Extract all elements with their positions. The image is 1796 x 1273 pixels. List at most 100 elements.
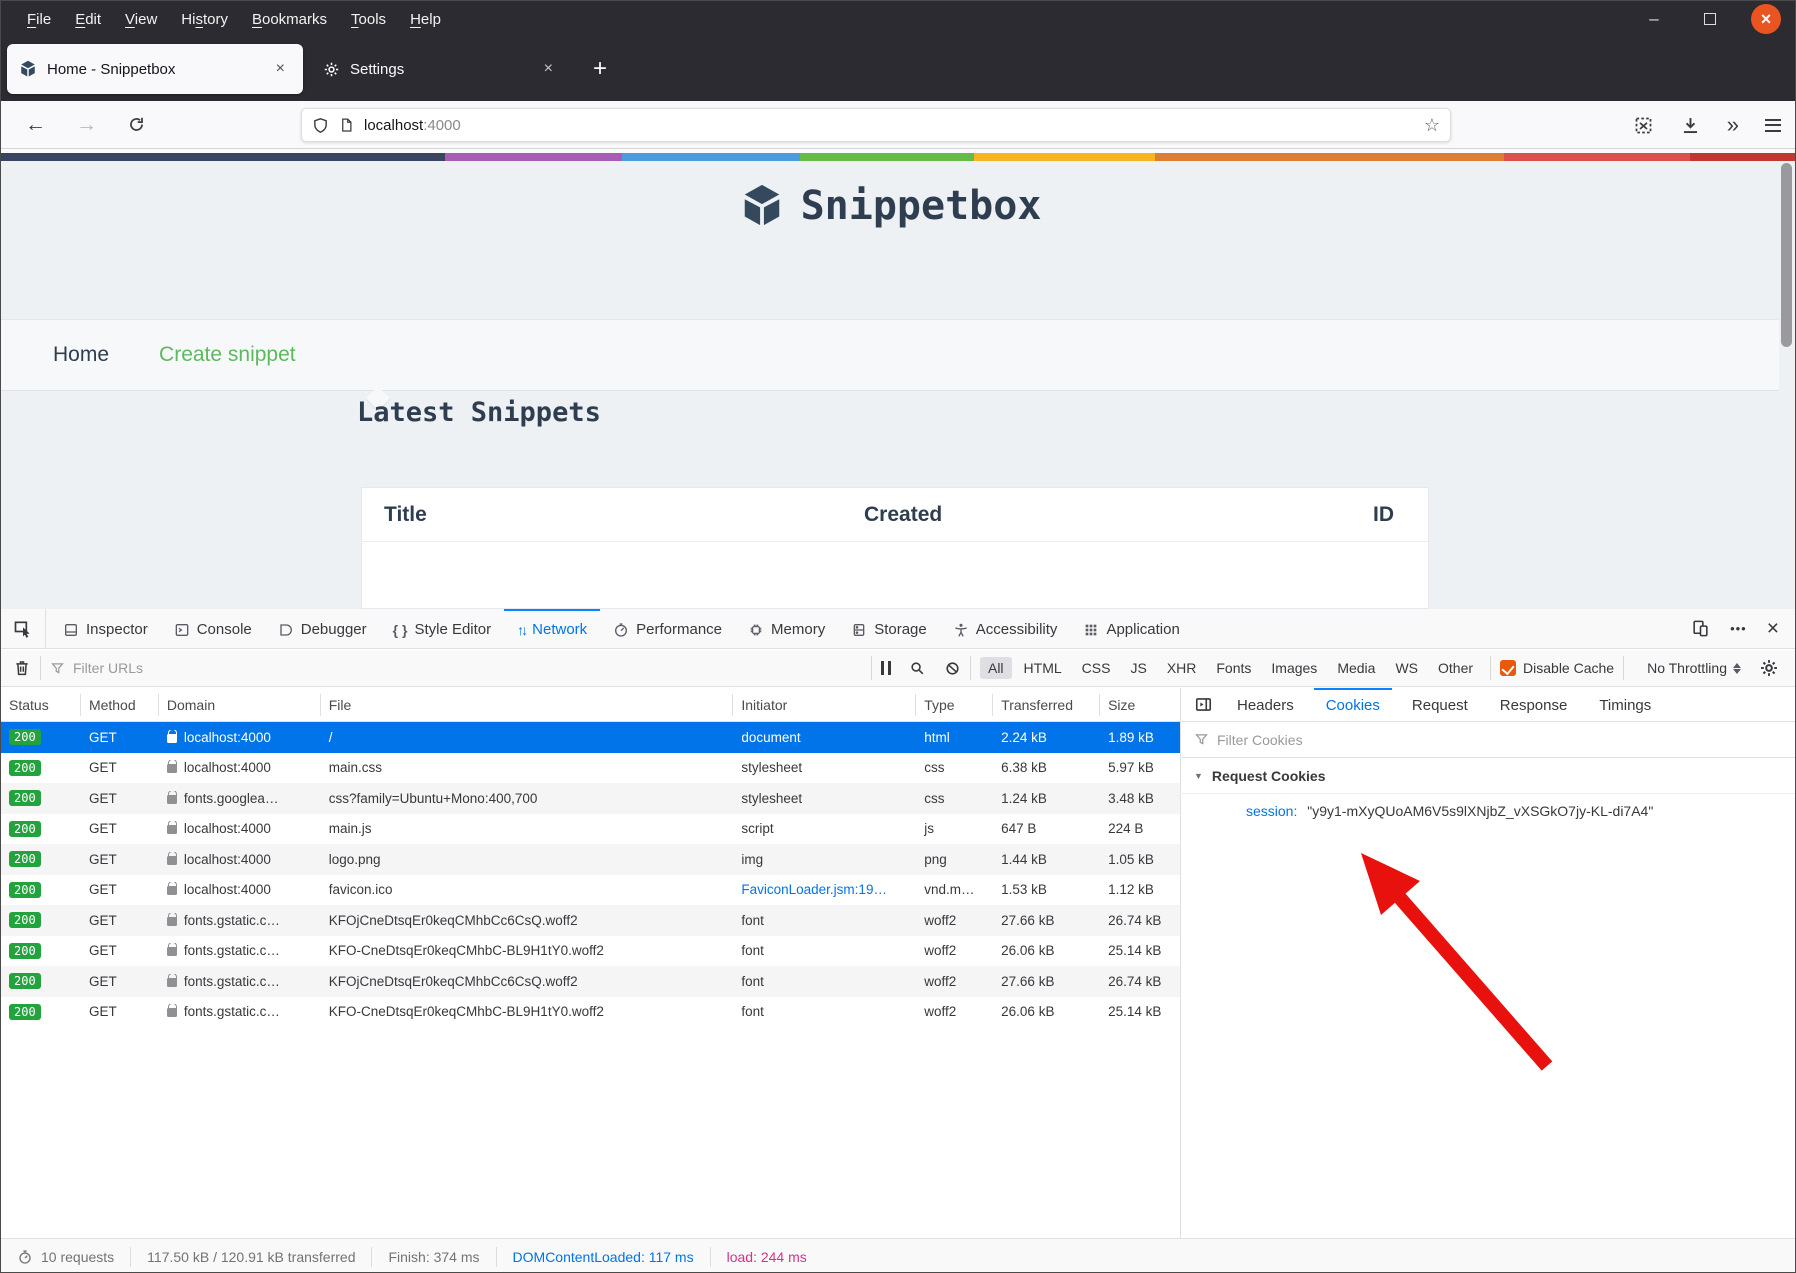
- type-filter-pill[interactable]: CSS: [1074, 657, 1119, 679]
- details-tab-request[interactable]: Request: [1400, 688, 1480, 722]
- checkbox-checked-icon[interactable]: [1500, 660, 1516, 676]
- type-filter-pill[interactable]: All: [980, 657, 1012, 679]
- type-filter-pill[interactable]: Other: [1430, 657, 1481, 679]
- menu-item[interactable]: Edit: [63, 7, 113, 32]
- network-request-row[interactable]: 200 GET fonts.gstatic.c… KFO-CneDtsqEr0k…: [1, 936, 1180, 967]
- col-initiator[interactable]: Initiator: [733, 694, 916, 716]
- menu-item[interactable]: Bookmarks: [240, 7, 339, 32]
- type-filter-pill[interactable]: HTML: [1016, 657, 1070, 679]
- pause-icon[interactable]: [881, 661, 891, 675]
- url-text[interactable]: localhost:4000: [364, 117, 1424, 134]
- devtools-settings-gear-icon[interactable]: [1759, 658, 1779, 678]
- network-request-row[interactable]: 200 GET localhost:4000 / document html 2…: [1, 722, 1180, 753]
- download-icon[interactable]: [1680, 115, 1701, 136]
- initiator-cell[interactable]: document: [733, 730, 916, 745]
- initiator-cell[interactable]: font: [733, 1004, 916, 1019]
- disable-cache-checkbox[interactable]: Disable Cache: [1500, 660, 1614, 676]
- star-icon[interactable]: ☆: [1424, 115, 1440, 136]
- type-filter-pill[interactable]: XHR: [1159, 657, 1205, 679]
- page-scrollbar[interactable]: [1781, 157, 1793, 601]
- filter-cookies-input[interactable]: Filter Cookies: [1182, 722, 1795, 758]
- network-request-row[interactable]: 200 GET fonts.gstatic.c… KFOjCneDtsqEr0k…: [1, 905, 1180, 936]
- col-transferred[interactable]: Transferred: [993, 694, 1100, 716]
- initiator-cell[interactable]: stylesheet: [733, 760, 916, 775]
- col-domain[interactable]: Domain: [159, 694, 321, 716]
- search-icon[interactable]: [909, 660, 926, 677]
- devtools-close-icon[interactable]: ×: [1767, 617, 1779, 641]
- tab-close-icon[interactable]: ×: [538, 58, 559, 80]
- responsive-mode-icon[interactable]: [1691, 619, 1710, 638]
- type-filter-pill[interactable]: Images: [1263, 657, 1325, 679]
- initiator-cell[interactable]: script: [733, 821, 916, 836]
- type-filter-pill[interactable]: WS: [1387, 657, 1426, 679]
- screenshot-icon[interactable]: [1633, 115, 1654, 136]
- network-request-row[interactable]: 200 GET fonts.gstatic.c… KFO-CneDtsqEr0k…: [1, 997, 1180, 1028]
- col-size[interactable]: Size: [1100, 694, 1180, 716]
- tab-storage[interactable]: Storage: [838, 609, 940, 648]
- col-type[interactable]: Type: [916, 694, 993, 716]
- block-icon[interactable]: [944, 660, 961, 677]
- back-icon[interactable]: ←: [25, 113, 46, 137]
- url-bar[interactable]: localhost:4000 ☆: [301, 108, 1451, 142]
- forward-icon[interactable]: →: [76, 113, 97, 137]
- tab-memory[interactable]: Memory: [735, 609, 838, 648]
- tab-settings[interactable]: Settings ×: [311, 44, 571, 94]
- tab-console[interactable]: Console: [161, 609, 265, 648]
- network-request-row[interactable]: 200 GET fonts.googlea… css?family=Ubuntu…: [1, 783, 1180, 814]
- menu-item[interactable]: File: [15, 7, 63, 32]
- col-file[interactable]: File: [321, 694, 734, 716]
- throttling-dropdown[interactable]: No Throttling: [1647, 660, 1741, 676]
- col-method[interactable]: Method: [81, 694, 159, 716]
- initiator-cell[interactable]: FaviconLoader.jsm:19…: [733, 882, 916, 897]
- type-filter-pill[interactable]: Fonts: [1208, 657, 1259, 679]
- collapse-triangle-icon[interactable]: ▼: [1194, 771, 1203, 781]
- new-tab-button[interactable]: +: [585, 55, 615, 83]
- trash-icon[interactable]: [13, 659, 31, 677]
- tab-application[interactable]: Application: [1070, 609, 1192, 648]
- cookie-name[interactable]: session:: [1246, 803, 1297, 819]
- site-brand[interactable]: Snippetbox: [801, 183, 1042, 229]
- request-cookies-section[interactable]: ▼ Request Cookies: [1182, 758, 1795, 794]
- type-filter-pill[interactable]: Media: [1329, 657, 1383, 679]
- network-request-row[interactable]: 200 GET fonts.gstatic.c… KFOjCneDtsqEr0k…: [1, 966, 1180, 997]
- menu-item[interactable]: Help: [398, 7, 453, 32]
- menu-icon[interactable]: [1765, 119, 1781, 132]
- network-request-row[interactable]: 200 GET localhost:4000 favicon.ico Favic…: [1, 875, 1180, 906]
- tab-network[interactable]: ↑↓ Network: [504, 609, 600, 648]
- shield-icon[interactable]: [312, 116, 329, 135]
- maximize-icon[interactable]: [1695, 4, 1725, 34]
- sidebar-toggle-icon[interactable]: [1194, 695, 1213, 714]
- tab-home-snippetbox[interactable]: Home - Snippetbox ×: [7, 44, 303, 94]
- nav-link-home[interactable]: Home: [53, 343, 109, 367]
- details-tab-response[interactable]: Response: [1488, 688, 1580, 722]
- tab-inspector[interactable]: Inspector: [50, 609, 161, 648]
- tab-accessibility[interactable]: Accessibility: [940, 609, 1071, 648]
- network-request-row[interactable]: 200 GET localhost:4000 logo.png img png …: [1, 844, 1180, 875]
- snippetbox-logo-icon[interactable]: [739, 183, 785, 229]
- details-tab-headers[interactable]: Headers: [1225, 688, 1306, 722]
- initiator-cell[interactable]: img: [733, 852, 916, 867]
- network-request-row[interactable]: 200 GET localhost:4000 main.css styleshe…: [1, 753, 1180, 784]
- col-status[interactable]: Status: [1, 694, 81, 716]
- meatball-menu-icon[interactable]: •••: [1730, 621, 1747, 636]
- filter-urls-input[interactable]: Filter URLs: [50, 660, 143, 676]
- reload-icon[interactable]: [127, 115, 146, 134]
- page-icon[interactable]: [339, 116, 354, 134]
- initiator-cell[interactable]: font: [733, 913, 916, 928]
- initiator-cell[interactable]: font: [733, 943, 916, 958]
- tab-style-editor[interactable]: { } Style Editor: [380, 609, 505, 648]
- menu-item[interactable]: History: [169, 7, 240, 32]
- menu-item[interactable]: View: [113, 7, 169, 32]
- session-cookie-row[interactable]: session: "y9y1-mXyQUoAM6V5s9lXNjbZ_vXSGk…: [1182, 794, 1795, 819]
- chevron-double-icon[interactable]: »: [1727, 112, 1739, 138]
- details-tab-cookies[interactable]: Cookies: [1314, 688, 1392, 722]
- type-filter-pill[interactable]: JS: [1122, 657, 1154, 679]
- tab-close-icon[interactable]: ×: [270, 58, 291, 80]
- network-request-row[interactable]: 200 GET localhost:4000 main.js script js…: [1, 814, 1180, 845]
- pick-element-icon[interactable]: [1, 609, 46, 648]
- tab-debugger[interactable]: Debugger: [265, 609, 380, 648]
- details-tab-timings[interactable]: Timings: [1587, 688, 1663, 722]
- minimize-icon[interactable]: –: [1639, 4, 1669, 34]
- close-icon[interactable]: ×: [1751, 4, 1781, 34]
- initiator-cell[interactable]: font: [733, 974, 916, 989]
